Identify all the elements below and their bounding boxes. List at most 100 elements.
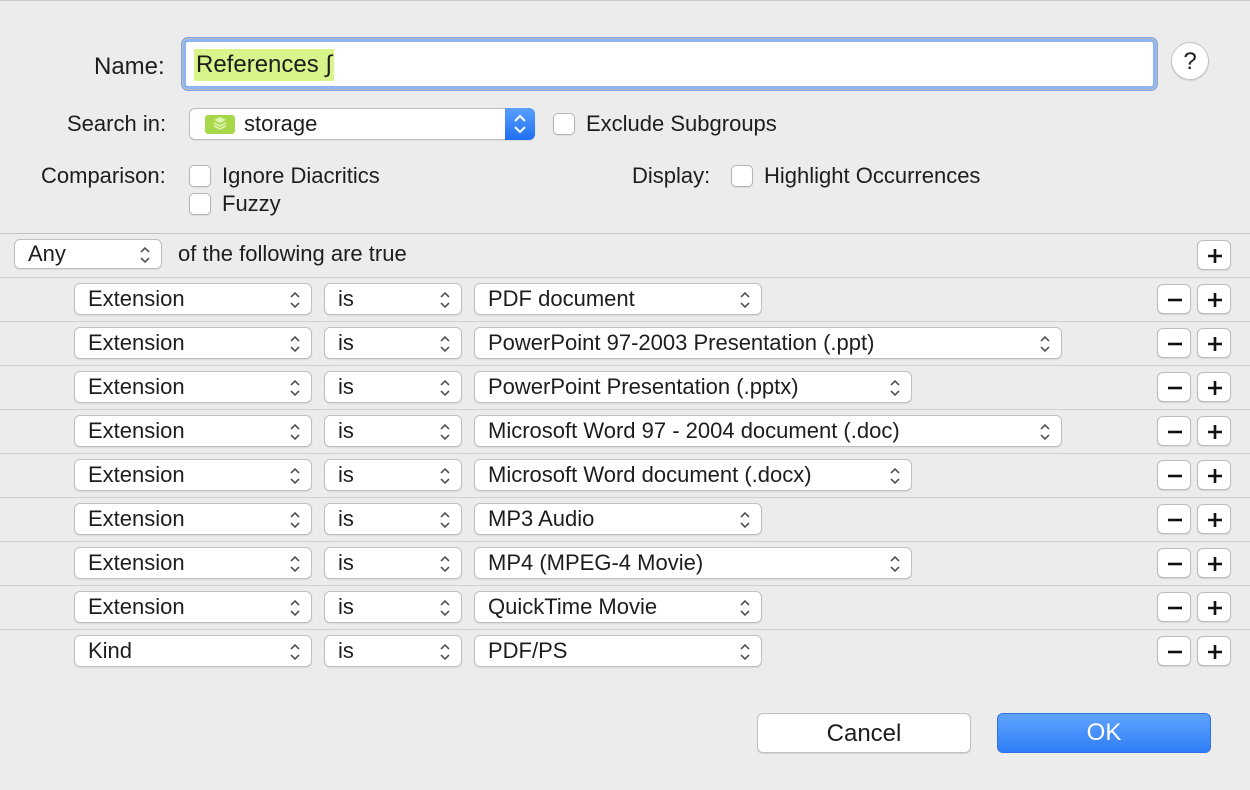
criterion-value-popup-value: MP4 (MPEG-4 Movie)	[488, 550, 704, 575]
criterion-operator-popup-value: is	[338, 418, 354, 443]
criterion-value-popup-value: PDF document	[488, 286, 635, 311]
criterion-operator-popup[interactable]: is	[324, 283, 462, 315]
criterion-value-popup[interactable]: PowerPoint 97-2003 Presentation (.ppt)	[474, 327, 1062, 359]
add-criterion-button[interactable]	[1197, 592, 1231, 622]
criterion-value-popup[interactable]: PDF document	[474, 283, 762, 315]
row-divider	[0, 629, 1250, 630]
up-down-chevron-icon	[740, 599, 750, 617]
fuzzy-label: Fuzzy	[222, 191, 281, 216]
comparison-label: Comparison:	[41, 163, 166, 188]
criterion-value-popup[interactable]: Microsoft Word document (.docx)	[474, 459, 912, 491]
criterion-field-popup[interactable]: Extension	[74, 591, 312, 623]
add-criterion-button[interactable]	[1197, 504, 1231, 534]
up-down-chevron-icon	[890, 555, 900, 573]
criterion-field-popup[interactable]: Extension	[74, 503, 312, 535]
criterion-field-popup[interactable]: Extension	[74, 415, 312, 447]
row-divider	[0, 365, 1250, 366]
criterion-operator-popup-value: is	[338, 550, 354, 575]
criterion-value-popup-value: MP3 Audio	[488, 506, 595, 531]
criterion-operator-popup[interactable]: is	[324, 591, 462, 623]
criterion-field-popup-value: Extension	[88, 286, 185, 311]
name-field[interactable]: References ∫	[182, 38, 1157, 90]
criterion-value-popup-value: PowerPoint Presentation (.pptx)	[488, 374, 799, 399]
criterion-field-popup[interactable]: Kind	[74, 635, 312, 667]
criterion-field-popup-value: Extension	[88, 418, 185, 443]
criterion-operator-popup[interactable]: is	[324, 635, 462, 667]
add-criterion-button[interactable]	[1197, 636, 1231, 666]
criterion-operator-popup[interactable]: is	[324, 371, 462, 403]
criterion-value-popup[interactable]: PDF/PS	[474, 635, 762, 667]
criterion-operator-popup[interactable]: is	[324, 415, 462, 447]
criterion-field-popup[interactable]: Extension	[74, 371, 312, 403]
up-down-chevron-icon	[505, 108, 535, 140]
criterion-operator-popup[interactable]: is	[324, 547, 462, 579]
plus-icon	[1208, 337, 1222, 351]
criterion-value-popup[interactable]: Microsoft Word 97 - 2004 document (.doc)	[474, 415, 1062, 447]
plus-icon	[1208, 293, 1222, 307]
up-down-chevron-icon	[890, 379, 900, 397]
criterion-value-popup[interactable]: MP3 Audio	[474, 503, 762, 535]
up-down-chevron-icon	[290, 379, 300, 397]
criterion-field-popup-value: Extension	[88, 374, 185, 399]
remove-criterion-button[interactable]	[1157, 592, 1191, 622]
criterion-operator-popup[interactable]: is	[324, 459, 462, 491]
criterion-operator-popup-value: is	[338, 506, 354, 531]
up-down-chevron-icon	[290, 599, 300, 617]
up-down-chevron-icon	[140, 246, 150, 264]
plus-icon	[1208, 557, 1222, 571]
plus-icon	[1208, 381, 1222, 395]
criterion-value-popup[interactable]: MP4 (MPEG-4 Movie)	[474, 547, 912, 579]
remove-criterion-button[interactable]	[1157, 416, 1191, 446]
highlight-occurrences-checkbox[interactable]	[731, 165, 753, 187]
add-group-criterion-button[interactable]	[1197, 240, 1231, 270]
row-divider	[0, 453, 1250, 454]
remove-criterion-button[interactable]	[1157, 636, 1191, 666]
criterion-value-popup-value: Microsoft Word 97 - 2004 document (.doc)	[488, 418, 900, 443]
remove-criterion-button[interactable]	[1157, 284, 1191, 314]
remove-criterion-button[interactable]	[1157, 548, 1191, 578]
cancel-button[interactable]: Cancel	[757, 713, 971, 753]
up-down-chevron-icon	[440, 467, 450, 485]
add-criterion-button[interactable]	[1197, 284, 1231, 314]
remove-criterion-button[interactable]	[1157, 504, 1191, 534]
add-criterion-button[interactable]	[1197, 372, 1231, 402]
criterion-field-popup-value: Extension	[88, 330, 185, 355]
criterion-value-popup[interactable]: PowerPoint Presentation (.pptx)	[474, 371, 912, 403]
remove-criterion-button[interactable]	[1157, 328, 1191, 358]
match-mode-value: Any	[28, 241, 66, 266]
ok-button[interactable]: OK	[997, 713, 1211, 753]
help-button[interactable]: ?	[1171, 42, 1209, 80]
minus-icon	[1168, 386, 1182, 390]
up-down-chevron-icon	[890, 467, 900, 485]
criterion-field-popup[interactable]: Extension	[74, 327, 312, 359]
criterion-operator-popup[interactable]: is	[324, 327, 462, 359]
criterion-field-popup[interactable]: Extension	[74, 459, 312, 491]
add-criterion-button[interactable]	[1197, 416, 1231, 446]
plus-icon	[1208, 645, 1222, 659]
criterion-field-popup-value: Extension	[88, 462, 185, 487]
plus-icon	[1208, 249, 1222, 263]
up-down-chevron-icon	[290, 335, 300, 353]
criterion-operator-popup-value: is	[338, 638, 354, 663]
remove-criterion-button[interactable]	[1157, 372, 1191, 402]
criterion-field-popup[interactable]: Extension	[74, 547, 312, 579]
criterion-operator-popup-value: is	[338, 462, 354, 487]
criterion-operator-popup[interactable]: is	[324, 503, 462, 535]
up-down-chevron-icon	[440, 423, 450, 441]
up-down-chevron-icon	[440, 291, 450, 309]
fuzzy-checkbox[interactable]	[189, 193, 211, 215]
section-divider	[0, 233, 1250, 234]
ignore-diacritics-checkbox[interactable]	[189, 165, 211, 187]
match-mode-popup[interactable]: Any	[14, 239, 162, 269]
search-in-popup[interactable]: storage	[189, 108, 535, 140]
remove-criterion-button[interactable]	[1157, 460, 1191, 490]
add-criterion-button[interactable]	[1197, 328, 1231, 358]
add-criterion-button[interactable]	[1197, 460, 1231, 490]
criterion-operator-popup-value: is	[338, 286, 354, 311]
criterion-field-popup[interactable]: Extension	[74, 283, 312, 315]
exclude-subgroups-checkbox[interactable]	[553, 113, 575, 135]
up-down-chevron-icon	[1040, 335, 1050, 353]
add-criterion-button[interactable]	[1197, 548, 1231, 578]
criterion-value-popup[interactable]: QuickTime Movie	[474, 591, 762, 623]
up-down-chevron-icon	[440, 379, 450, 397]
